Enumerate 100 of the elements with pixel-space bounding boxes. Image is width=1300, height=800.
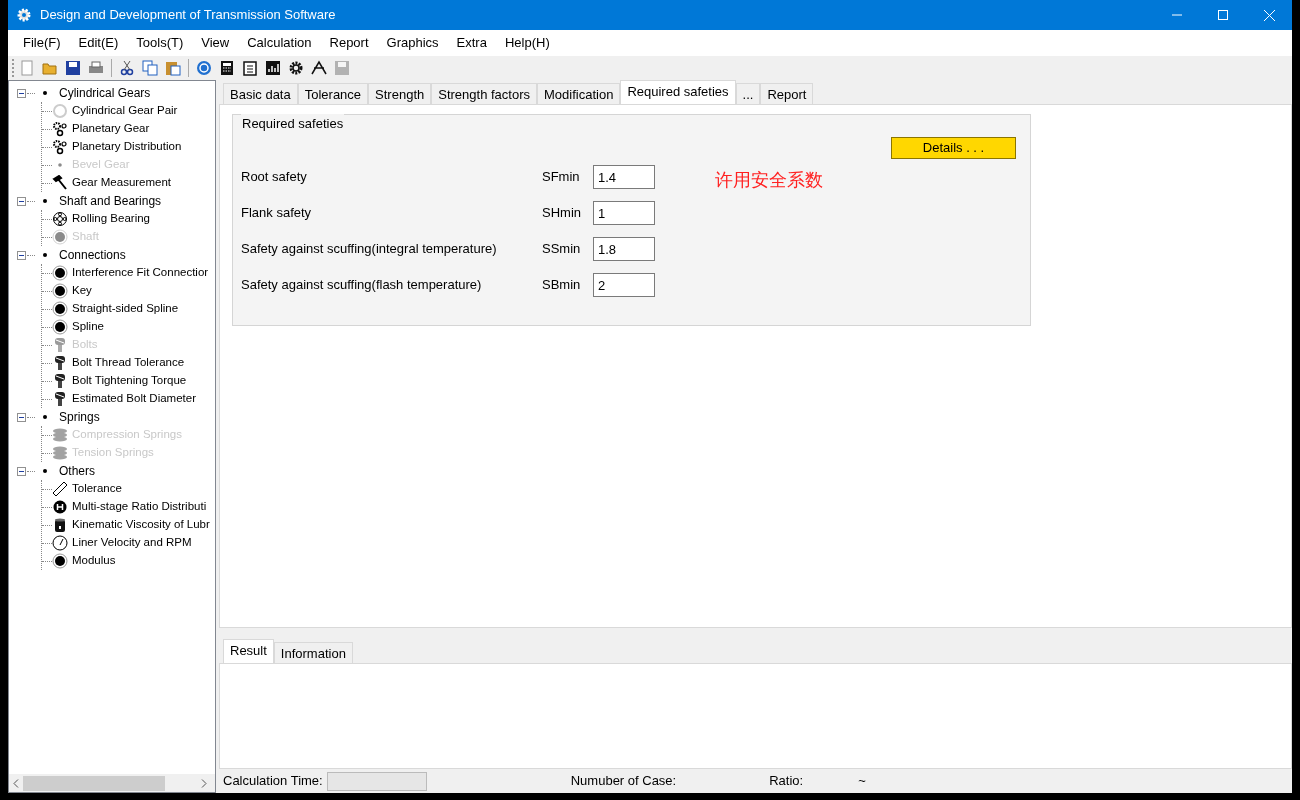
field-symbol: SFmin <box>542 168 581 187</box>
input-field[interactable]: 1.8 <box>593 237 655 261</box>
menu-item[interactable]: Help(H) <box>495 31 559 55</box>
target-icon <box>52 283 68 299</box>
menu-item[interactable]: Calculation <box>238 31 321 55</box>
status-label: Ratio: <box>769 772 804 791</box>
cup-icon <box>52 517 68 533</box>
copy-icon[interactable] <box>140 58 160 78</box>
bullet-icon <box>43 91 47 95</box>
gear-icon <box>16 7 32 23</box>
tree-item[interactable]: Liner Velocity and RPM <box>72 534 192 552</box>
tree-item[interactable]: Planetary Gear <box>72 120 150 138</box>
target-icon <box>52 553 68 569</box>
spring-icon <box>52 445 68 461</box>
menu-item[interactable]: Graphics <box>377 31 448 55</box>
menu-item[interactable]: Edit(E) <box>69 31 128 55</box>
target-icon <box>52 265 68 281</box>
tree-group-label[interactable]: Shaft and Bearings <box>59 192 162 210</box>
bullet-icon <box>43 415 47 419</box>
collapse-toggle-icon[interactable] <box>17 88 26 98</box>
tree-item[interactable]: Multi-stage Ratio Distributi <box>72 498 207 516</box>
tab[interactable]: Strength <box>368 83 432 104</box>
window-title: Design and Development of Transmission Software <box>40 6 336 25</box>
tree-item[interactable]: Rolling Bearing <box>72 210 150 228</box>
menu-item[interactable]: File(F) <box>14 31 70 55</box>
maximize-icon[interactable] <box>1218 10 1228 20</box>
field-label: Safety against scuffing(integral temperature) <box>241 240 498 259</box>
bolt-icon <box>52 391 68 407</box>
field-label: Flank safety <box>241 204 313 223</box>
help-icon[interactable] <box>194 58 214 78</box>
gears-icon <box>52 121 68 137</box>
target-icon <box>52 229 68 245</box>
tree-item[interactable]: Modulus <box>72 552 116 570</box>
gauge-icon <box>52 535 68 551</box>
field-label: Root safety <box>241 168 308 187</box>
tree-item[interactable]: Cylindrical Gear Pair <box>72 102 178 120</box>
tree-item[interactable]: Planetary Distribution <box>72 138 182 156</box>
close-icon[interactable] <box>1263 9 1275 21</box>
tree-item[interactable]: Key <box>72 282 92 300</box>
tree-item[interactable]: Estimated Bolt Diameter <box>72 390 196 408</box>
tree-group-label[interactable]: Springs <box>59 408 100 426</box>
tab[interactable]: Report <box>760 83 814 104</box>
gears-icon <box>52 139 68 155</box>
target-icon <box>52 301 68 317</box>
bullet-icon <box>43 253 47 257</box>
tab[interactable]: Modification <box>537 83 621 104</box>
field-symbol: SBmin <box>542 276 582 295</box>
menu-item[interactable]: Tools(T) <box>127 31 193 55</box>
tree-item[interactable]: Kinematic Viscosity of Lubr <box>72 516 210 534</box>
tab[interactable]: Tolerance <box>297 83 369 104</box>
status-label: Numuber of Case: <box>570 772 677 791</box>
ruler-icon <box>52 481 68 497</box>
collapse-toggle-icon[interactable] <box>17 250 26 260</box>
tab[interactable]: Basic data <box>223 83 298 104</box>
input-field[interactable]: 2 <box>593 273 655 297</box>
bearing-icon <box>52 211 68 227</box>
tab[interactable]: Information <box>273 642 353 663</box>
input-field[interactable]: 1 <box>593 201 655 225</box>
tree-item[interactable]: Bolt Thread Tolerance <box>72 354 185 372</box>
input-field[interactable]: 1.4 <box>593 165 655 189</box>
bolt-icon <box>52 355 68 371</box>
status-label: Calculation Time: <box>223 772 323 791</box>
menu-item[interactable]: Extra <box>447 31 496 55</box>
tree-item[interactable]: Straight-sided Spline <box>72 300 179 318</box>
bullet-icon <box>43 469 47 473</box>
tree-group-label[interactable]: Others <box>59 462 95 480</box>
chart-icon[interactable] <box>263 58 283 78</box>
annotation-text: 许用安全系数 <box>715 168 823 192</box>
tab[interactable]: Result <box>223 639 274 663</box>
spring-icon <box>52 427 68 443</box>
ring-icon <box>52 103 68 119</box>
tree-item[interactable]: Tolerance <box>72 480 122 498</box>
floppy-icon[interactable] <box>63 58 83 78</box>
clipboard-icon[interactable] <box>240 58 260 78</box>
group-title: Required safeties <box>241 114 345 134</box>
collapse-toggle-icon[interactable] <box>17 412 26 422</box>
scrollbar-thumb[interactable] <box>23 775 165 791</box>
collapse-toggle-icon[interactable] <box>17 196 26 206</box>
status-value: ~ <box>858 772 866 791</box>
tab[interactable]: ... <box>735 83 761 104</box>
tree-group-label[interactable]: Connections <box>59 246 126 264</box>
bolt-icon <box>52 337 68 353</box>
tree-item[interactable]: Gear Measurement <box>72 174 172 192</box>
hammer-icon <box>52 175 68 191</box>
tab[interactable]: Required safeties <box>620 80 736 104</box>
tab[interactable]: Strength factors <box>431 83 537 104</box>
tree-item[interactable]: Interference Fit Connectior <box>72 264 209 282</box>
field-symbol: SSmin <box>542 240 582 259</box>
ratio-icon <box>52 499 68 515</box>
bullet-icon <box>43 199 47 203</box>
collapse-toggle-icon[interactable] <box>17 466 26 476</box>
target-icon <box>52 319 68 335</box>
tree-item[interactable]: Bolt Tightening Torque <box>72 372 187 390</box>
menu-item[interactable]: Report <box>320 31 378 55</box>
bolt-icon <box>52 373 68 389</box>
menu-item[interactable]: View <box>192 31 239 55</box>
field-symbol: SHmin <box>542 204 582 223</box>
tree-item[interactable]: Spline <box>72 318 104 336</box>
tree-group-label[interactable]: Cylindrical Gears <box>59 84 151 102</box>
details-button[interactable]: Details . . . <box>891 137 1016 159</box>
